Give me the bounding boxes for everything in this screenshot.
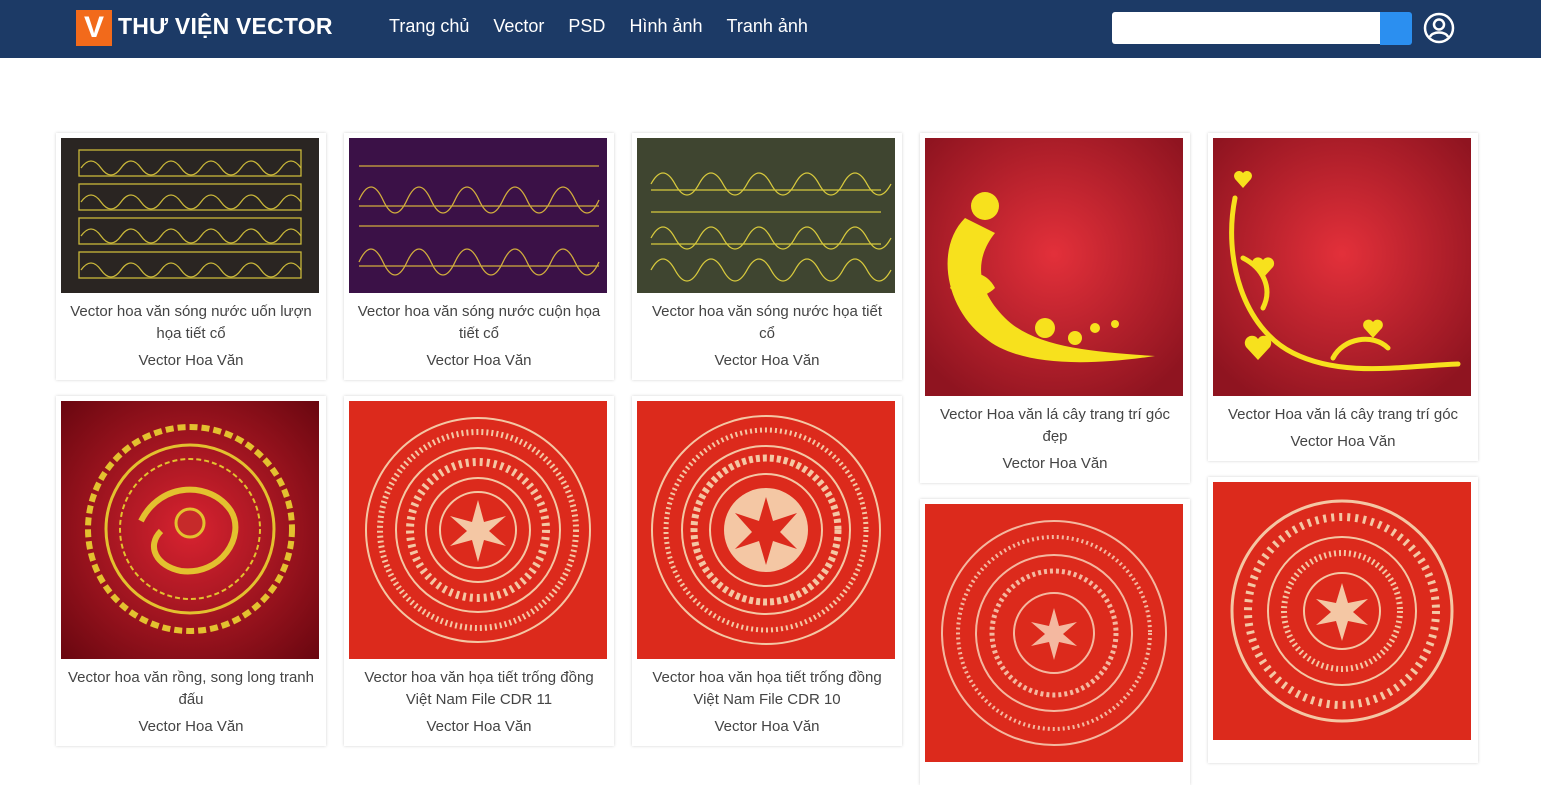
card-title[interactable]: Vector hoa văn họa tiết trống đồng Việt … <box>349 659 609 711</box>
card-thumbnail[interactable] <box>637 138 895 293</box>
card-category[interactable] <box>925 770 1185 780</box>
logo-icon[interactable]: V <box>76 10 112 46</box>
card-category[interactable]: Vector Hoa Văn <box>925 448 1185 478</box>
product-card[interactable]: Vector hoa văn rồng, song long tranh đấu… <box>56 396 326 746</box>
card-title[interactable]: Vector hoa văn họa tiết trống đồng Việt … <box>637 659 897 711</box>
product-card[interactable]: Vector Hoa văn lá cây trang trí góc Vect… <box>1208 133 1478 461</box>
nav-item-pictures[interactable]: Tranh ảnh <box>727 16 808 37</box>
card-category[interactable] <box>1213 748 1473 758</box>
card-thumbnail[interactable] <box>637 401 895 659</box>
card-thumbnail[interactable] <box>925 138 1183 396</box>
card-title[interactable]: Vector Hoa văn lá cây trang trí góc <box>1213 396 1473 426</box>
product-card[interactable]: Vector hoa văn sóng nước uốn lượn họa ti… <box>56 133 326 380</box>
search-button[interactable] <box>1380 12 1412 45</box>
user-account-icon[interactable] <box>1423 12 1455 44</box>
card-title[interactable]: Vector hoa văn sóng nước uốn lượn họa ti… <box>61 293 321 345</box>
card-thumbnail[interactable] <box>349 401 607 659</box>
nav-item-vector[interactable]: Vector <box>493 16 544 37</box>
card-title[interactable]: Vector hoa văn sóng nước cuộn họa tiết c… <box>349 293 609 345</box>
product-card[interactable]: Vector hoa văn sóng nước cuộn họa tiết c… <box>344 133 614 380</box>
card-thumbnail[interactable] <box>61 401 319 659</box>
product-card[interactable]: Vector Hoa văn lá cây trang trí góc đẹp … <box>920 133 1190 483</box>
card-thumbnail[interactable] <box>1213 138 1471 396</box>
product-card[interactable]: Vector hoa văn họa tiết trống đồng Việt … <box>632 396 902 746</box>
card-thumbnail[interactable] <box>925 504 1183 762</box>
nav-item-images[interactable]: Hình ảnh <box>629 16 702 37</box>
card-category[interactable]: Vector Hoa Văn <box>1213 426 1473 456</box>
card-category[interactable]: Vector Hoa Văn <box>61 345 321 375</box>
card-thumbnail[interactable] <box>349 138 607 293</box>
search-input[interactable] <box>1112 12 1380 44</box>
card-category[interactable]: Vector Hoa Văn <box>637 345 897 375</box>
card-category[interactable]: Vector Hoa Văn <box>349 345 609 375</box>
card-title[interactable]: Vector hoa văn rồng, song long tranh đấu <box>61 659 321 711</box>
card-title[interactable]: Vector Hoa văn lá cây trang trí góc đẹp <box>925 396 1185 448</box>
main-nav: Trang chủ Vector PSD Hình ảnh Tranh ảnh <box>389 16 808 37</box>
card-title[interactable] <box>925 762 1185 770</box>
product-card[interactable]: Vector hoa văn họa tiết trống đồng Việt … <box>344 396 614 746</box>
nav-item-psd[interactable]: PSD <box>568 16 605 37</box>
top-navbar: V THƯ VIỆN VECTOR Trang chủ Vector PSD H… <box>0 0 1541 58</box>
nav-item-home[interactable]: Trang chủ <box>389 16 469 37</box>
site-title[interactable]: THƯ VIỆN VECTOR <box>118 13 333 40</box>
product-card[interactable] <box>920 499 1190 785</box>
card-thumbnail[interactable] <box>1213 482 1471 740</box>
product-card[interactable] <box>1208 477 1478 763</box>
card-title[interactable]: Vector hoa văn sóng nước họa tiết cổ <box>637 293 897 345</box>
product-card[interactable]: Vector hoa văn sóng nước họa tiết cổ Vec… <box>632 133 902 380</box>
card-title[interactable] <box>1213 740 1473 748</box>
card-thumbnail[interactable] <box>61 138 319 293</box>
